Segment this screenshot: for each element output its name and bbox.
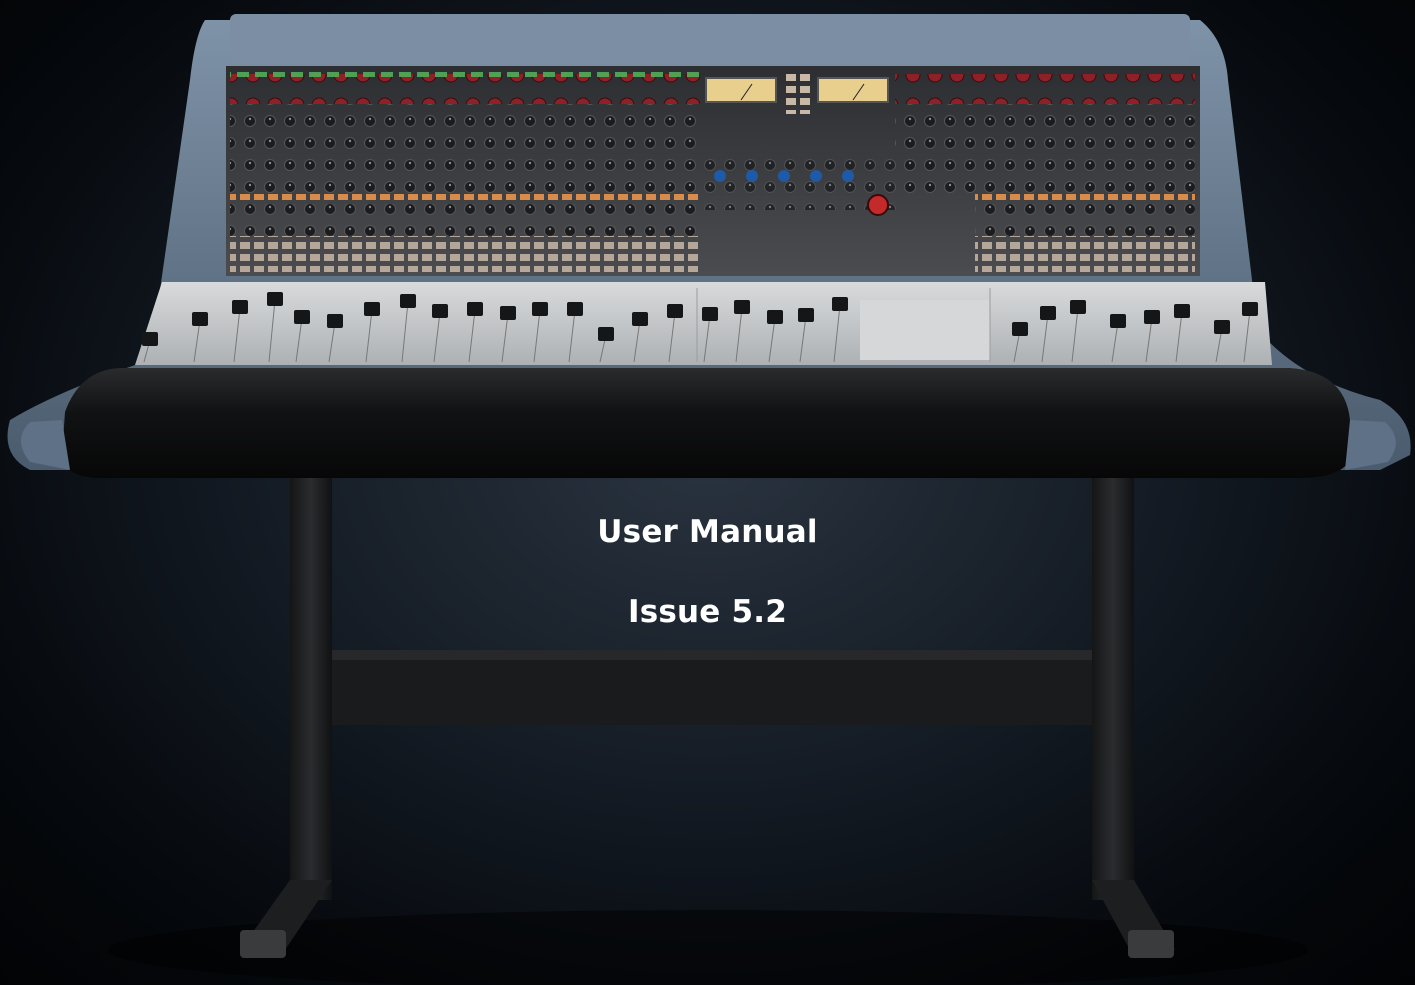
fader-cap [1214,320,1230,334]
manual-title: User Manual [597,514,818,550]
fader-cap [1070,300,1086,314]
fader-cap [767,310,783,324]
fader-cap [798,308,814,322]
fader-cap [400,294,416,308]
fader-cap [667,304,683,318]
fader-cap [1040,306,1056,320]
fader-cap [1144,310,1160,324]
issue-number: Issue 5.2 [627,594,788,630]
fader-cap [142,332,158,346]
console-photo [7,14,1411,985]
fader-cap [467,302,483,316]
fader-cap [267,292,283,306]
fader-cap [432,304,448,318]
fader-cap [532,302,548,316]
fader-cap [294,310,310,324]
fader-cap [734,300,750,314]
fader-cap [702,307,718,321]
fader-cap [1242,302,1258,316]
armrest [62,368,1350,478]
fader-cap [632,312,648,326]
fader-cap [327,314,343,328]
fader-cap [192,312,208,326]
fader-cap [832,297,848,311]
fader-cap [1012,322,1028,336]
fader-cap [500,306,516,320]
fader-cap [232,300,248,314]
fader-cap [1174,304,1190,318]
fader-cap [567,302,583,316]
fader-cap [1110,314,1126,328]
fader-cap [598,327,614,341]
fader-cap [364,302,380,316]
